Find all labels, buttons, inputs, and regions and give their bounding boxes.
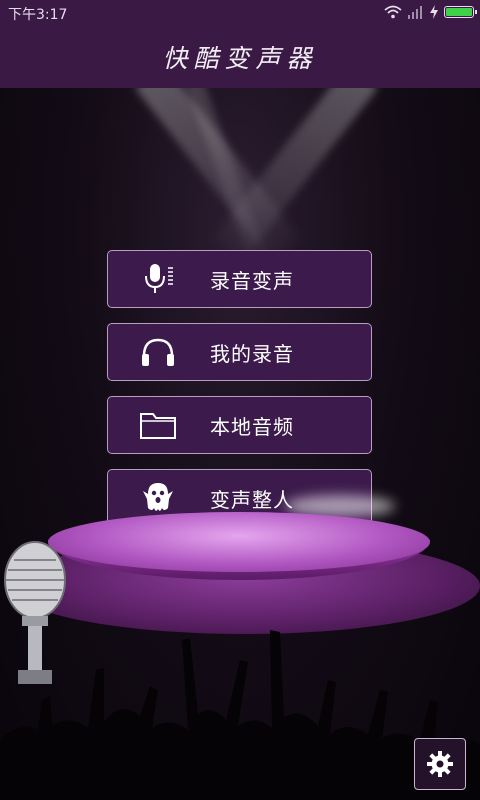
signal-icon xyxy=(408,6,422,19)
record-voice-button[interactable]: 录音变声 xyxy=(107,250,372,308)
my-recordings-button[interactable]: 我的录音 xyxy=(107,323,372,381)
gear-icon xyxy=(427,751,453,777)
crowd-silhouette xyxy=(0,630,480,800)
charging-icon xyxy=(430,5,438,19)
settings-button[interactable] xyxy=(414,738,466,790)
wifi-icon xyxy=(384,5,402,19)
local-audio-label: 本地音频 xyxy=(210,414,294,439)
prank-voice-label: 变声整人 xyxy=(210,487,294,512)
my-recordings-label: 我的录音 xyxy=(210,341,294,366)
local-audio-button[interactable]: 本地音频 xyxy=(107,396,372,454)
status-time: 下午3:17 xyxy=(8,7,68,23)
folder-icon xyxy=(140,413,176,439)
app-title: 快酷变声器 xyxy=(162,44,318,73)
stage-platform-top xyxy=(48,512,430,572)
ghost-icon xyxy=(143,483,173,511)
status-icons xyxy=(384,5,477,19)
microphone-icon xyxy=(145,264,173,293)
battery-icon xyxy=(444,6,477,18)
record-voice-label: 录音变声 xyxy=(210,268,294,293)
title-bar: 快酷变声器 xyxy=(0,26,480,88)
headphones-icon xyxy=(142,338,174,366)
status-bar: 下午3:17 xyxy=(0,0,480,26)
